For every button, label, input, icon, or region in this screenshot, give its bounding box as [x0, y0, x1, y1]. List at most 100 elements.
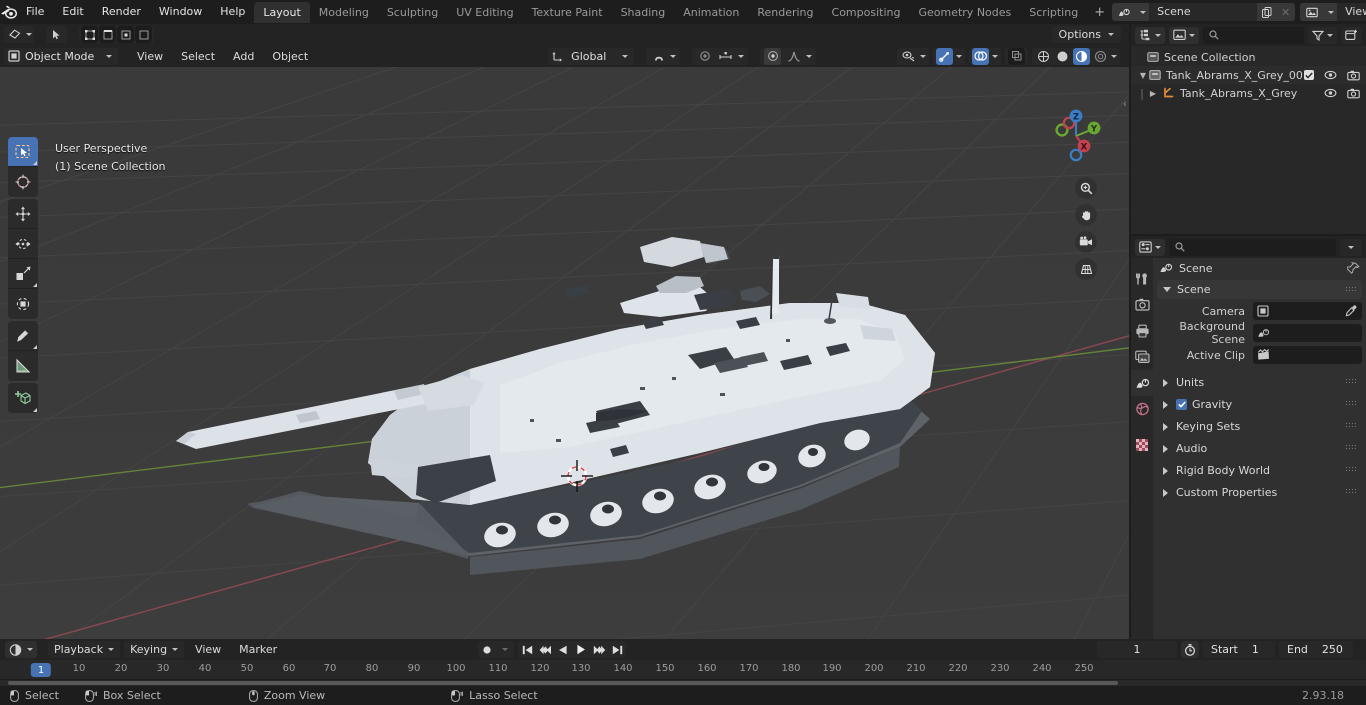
falloff-circle-icon[interactable]	[764, 47, 782, 65]
extra-select-icon[interactable]	[135, 26, 152, 43]
viewlayer-dropdown-caret[interactable]	[1324, 3, 1338, 21]
outliner-row-scene-collection[interactable]: Scene Collection	[1131, 48, 1366, 66]
show-overlays-icon[interactable]	[972, 47, 989, 65]
outliner-editor-type-button[interactable]	[1135, 26, 1165, 44]
panel-header-custom-properties[interactable]: Custom Properties	[1157, 482, 1362, 503]
viewport-menu-object[interactable]: Object	[265, 48, 315, 65]
wireframe-shading-icon[interactable]	[1035, 48, 1052, 65]
blender-logo-icon[interactable]	[0, 0, 17, 24]
outliner-row-tank-object[interactable]: | ▶ Tank_Abrams_X_Grey	[1131, 84, 1366, 102]
proportional-edit-icon[interactable]	[696, 48, 713, 65]
tool-add-cube[interactable]	[8, 383, 38, 413]
auto-keying-record-icon[interactable]	[478, 641, 496, 658]
properties-editor-type-button[interactable]	[1135, 238, 1165, 256]
tool-annotate[interactable]	[8, 321, 38, 351]
workspace-tab-geometry-nodes[interactable]: Geometry Nodes	[909, 2, 1020, 23]
active-clip-field[interactable]	[1253, 346, 1362, 364]
jump-to-start-button[interactable]	[518, 641, 536, 658]
properties-tab-render[interactable]	[1131, 292, 1153, 318]
panel-header-units[interactable]: Units	[1157, 372, 1362, 393]
eyedropper-icon[interactable]	[1345, 305, 1357, 320]
properties-tab-texture[interactable]	[1131, 432, 1153, 458]
select-mode-group[interactable]	[46, 26, 67, 43]
panel-header-scene[interactable]: Scene	[1157, 280, 1362, 299]
next-keyframe-button[interactable]	[590, 641, 608, 658]
tool-tweak-select[interactable]	[8, 137, 38, 167]
snap-magnet-group[interactable]	[646, 47, 681, 65]
properties-tab-world[interactable]	[1131, 396, 1153, 422]
menu-window[interactable]: Window	[150, 3, 211, 21]
use-preview-range-button[interactable]	[1181, 641, 1199, 658]
mesh-select-mode-group[interactable]	[79, 26, 154, 43]
rendered-shading-icon[interactable]	[1092, 48, 1109, 65]
menu-edit[interactable]: Edit	[53, 3, 92, 21]
gravity-checkbox[interactable]	[1176, 399, 1187, 410]
tool-scale[interactable]	[8, 259, 38, 289]
tool-measure[interactable]	[8, 351, 38, 381]
panel-header-gravity[interactable]: Gravity	[1157, 394, 1362, 415]
snap-increment-icon[interactable]	[717, 48, 734, 65]
jump-to-end-button[interactable]	[608, 641, 626, 658]
timeline-menu-playback[interactable]: Playback	[48, 641, 121, 658]
timeline-editor-type-button[interactable]	[5, 641, 37, 658]
visibility-group[interactable]	[897, 47, 929, 65]
viewport-menu-add[interactable]: Add	[226, 48, 261, 65]
panel-header-keying-sets[interactable]: Keying Sets	[1157, 416, 1362, 437]
disclosure-triangle-right-icon[interactable]: ▶	[1147, 89, 1159, 98]
menu-render[interactable]: Render	[93, 3, 150, 21]
tool-move[interactable]	[8, 199, 38, 229]
object-visibility-icon[interactable]	[900, 48, 917, 65]
current-frame-field[interactable]: 1	[1097, 641, 1177, 658]
xray-toggle-group[interactable]	[1005, 47, 1028, 65]
workspace-tab-modeling[interactable]: Modeling	[310, 2, 378, 23]
pan-hand-icon[interactable]	[1075, 204, 1097, 226]
camera-render-icon[interactable]	[1347, 70, 1360, 81]
scene-name[interactable]: Scene	[1149, 3, 1258, 21]
new-scene-button[interactable]	[1257, 3, 1277, 21]
falloff-curve-icon[interactable]	[785, 48, 802, 65]
menu-file[interactable]: File	[17, 3, 53, 21]
edge-select-icon[interactable]	[99, 26, 116, 43]
select-cursor-icon[interactable]	[48, 26, 65, 43]
zoom-icon[interactable]	[1075, 177, 1097, 199]
material-preview-icon[interactable]	[1073, 47, 1090, 65]
workspace-tab-texture-paint[interactable]: Texture Paint	[523, 2, 612, 23]
camera-icon[interactable]	[1075, 231, 1097, 253]
overlay-toggle-group[interactable]	[969, 47, 1001, 65]
transport-controls[interactable]	[518, 641, 626, 658]
auto-keying-group[interactable]	[478, 641, 514, 658]
timeline-ruler[interactable]: 10 20 30 40 50 60 70 80 90 100 110 120 1…	[0, 660, 1366, 680]
camera-render-icon[interactable]	[1347, 88, 1360, 99]
options-button[interactable]: Options	[1051, 26, 1121, 43]
workspace-tab-layout[interactable]: Layout	[254, 1, 310, 23]
collection-checkbox[interactable]	[1304, 70, 1314, 80]
timeline-menu-view[interactable]: View	[188, 641, 228, 658]
vertex-select-icon[interactable]	[81, 26, 98, 43]
workspace-tab-uv-editing[interactable]: UV Editing	[447, 2, 522, 23]
viewport-menu-view[interactable]: View	[130, 48, 170, 65]
view-layer-selector[interactable]: View Layer ✕	[1300, 3, 1366, 21]
properties-tab-tool[interactable]	[1131, 266, 1153, 292]
properties-options-button[interactable]	[1340, 238, 1362, 256]
play-reverse-button[interactable]	[554, 641, 572, 658]
properties-tab-output[interactable]	[1131, 318, 1153, 344]
transform-orientation-dropdown[interactable]: Global	[548, 47, 635, 65]
show-gizmo-icon[interactable]	[936, 47, 953, 65]
tool-transform[interactable]	[8, 289, 38, 319]
frame-start-field[interactable]: Start 1	[1203, 641, 1275, 658]
navigation-gizmo[interactable]: Z Y X	[1045, 105, 1107, 167]
proportional-edit-group[interactable]	[692, 47, 749, 65]
timeline-menu-marker[interactable]: Marker	[232, 641, 284, 658]
play-button[interactable]	[572, 641, 590, 658]
scene-dropdown-caret[interactable]	[1136, 3, 1150, 21]
eye-icon[interactable]	[1324, 88, 1337, 98]
tool-cursor[interactable]	[8, 167, 38, 197]
shading-mode-group[interactable]	[1032, 47, 1120, 65]
unlink-scene-button[interactable]: ✕	[1276, 3, 1296, 21]
auto-keying-dropdown[interactable]	[496, 641, 514, 658]
timeline-scrollbar-thumb[interactable]	[8, 681, 1118, 685]
camera-field[interactable]	[1253, 302, 1362, 320]
view-layer-name[interactable]: View Layer	[1337, 3, 1366, 21]
proportional-falloff-group[interactable]	[760, 47, 817, 65]
playhead[interactable]: 1	[30, 663, 52, 677]
